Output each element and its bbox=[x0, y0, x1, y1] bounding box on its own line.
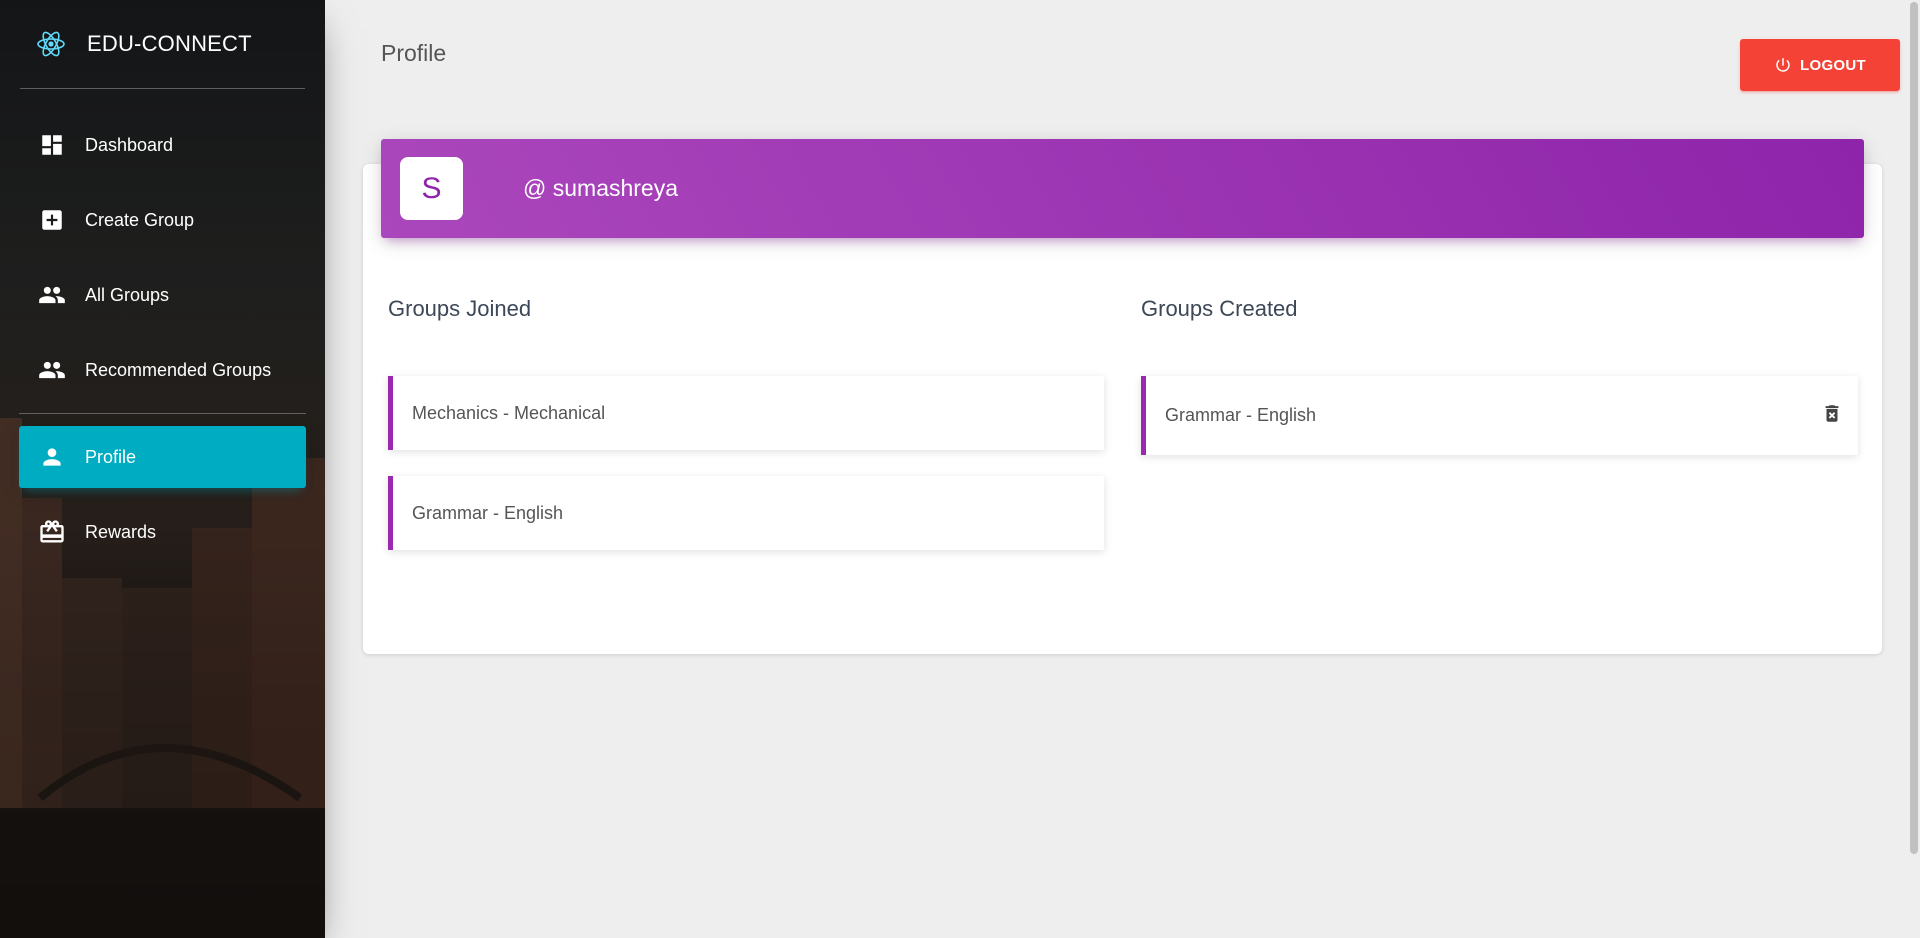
scrollbar[interactable] bbox=[1910, 2, 1918, 854]
page-title: Profile bbox=[381, 40, 447, 66]
groups-joined-title: Groups Joined bbox=[388, 296, 532, 321]
group-name: Grammar - English bbox=[412, 502, 564, 523]
people-icon bbox=[38, 356, 66, 384]
sidebar-item-profile[interactable]: Profile bbox=[19, 426, 306, 488]
sidebar-item-label: Create Group bbox=[85, 209, 195, 230]
sidebar-nav: Dashboard Create Group All Groups Recomm… bbox=[19, 114, 306, 576]
joined-group-item[interactable]: Mechanics - Mechanical bbox=[388, 376, 1104, 450]
people-icon bbox=[38, 281, 66, 309]
sidebar-item-dashboard[interactable]: Dashboard bbox=[19, 114, 306, 176]
card-giftcard-icon bbox=[38, 518, 66, 546]
sidebar-item-all-groups[interactable]: All Groups bbox=[19, 264, 306, 326]
sidebar-item-label: Recommended Groups bbox=[85, 359, 272, 380]
sidebar-divider bbox=[19, 413, 306, 414]
brand[interactable]: EDU-CONNECT bbox=[20, 0, 305, 89]
group-name: Grammar - English bbox=[1165, 405, 1317, 425]
logout-button[interactable]: LOGOUT bbox=[1740, 39, 1900, 91]
sidebar-item-rewards[interactable]: Rewards bbox=[19, 501, 306, 563]
person-icon bbox=[38, 443, 66, 471]
react-logo-icon bbox=[37, 31, 65, 57]
sidebar-item-create-group[interactable]: Create Group bbox=[19, 189, 306, 251]
profile-card-header: S @ sumashreya bbox=[381, 139, 1864, 238]
dashboard-icon bbox=[38, 131, 66, 159]
group-name: Mechanics - Mechanical bbox=[412, 402, 606, 423]
sidebar-item-label: All Groups bbox=[85, 284, 170, 305]
sidebar-item-label: Rewards bbox=[85, 521, 157, 542]
joined-group-item[interactable]: Grammar - English bbox=[388, 476, 1104, 550]
username: @ sumashreya bbox=[523, 175, 679, 201]
power-icon bbox=[1776, 58, 1790, 72]
sidebar-item-recommended-groups[interactable]: Recommended Groups bbox=[19, 339, 306, 401]
sidebar-item-label: Dashboard bbox=[85, 134, 174, 155]
sidebar-item-label: Profile bbox=[85, 446, 137, 467]
created-group-item[interactable]: Grammar - English bbox=[1141, 376, 1858, 455]
avatar: S bbox=[400, 157, 463, 220]
brand-name: EDU-CONNECT bbox=[87, 31, 252, 56]
groups-created-title: Groups Created bbox=[1141, 296, 1298, 321]
add-box-icon bbox=[38, 206, 66, 234]
sidebar: EDU-CONNECT Dashboard Create Group All G… bbox=[0, 0, 325, 938]
logout-label: LOGOUT bbox=[1800, 56, 1866, 74]
delete-forever-icon[interactable] bbox=[1821, 401, 1843, 430]
